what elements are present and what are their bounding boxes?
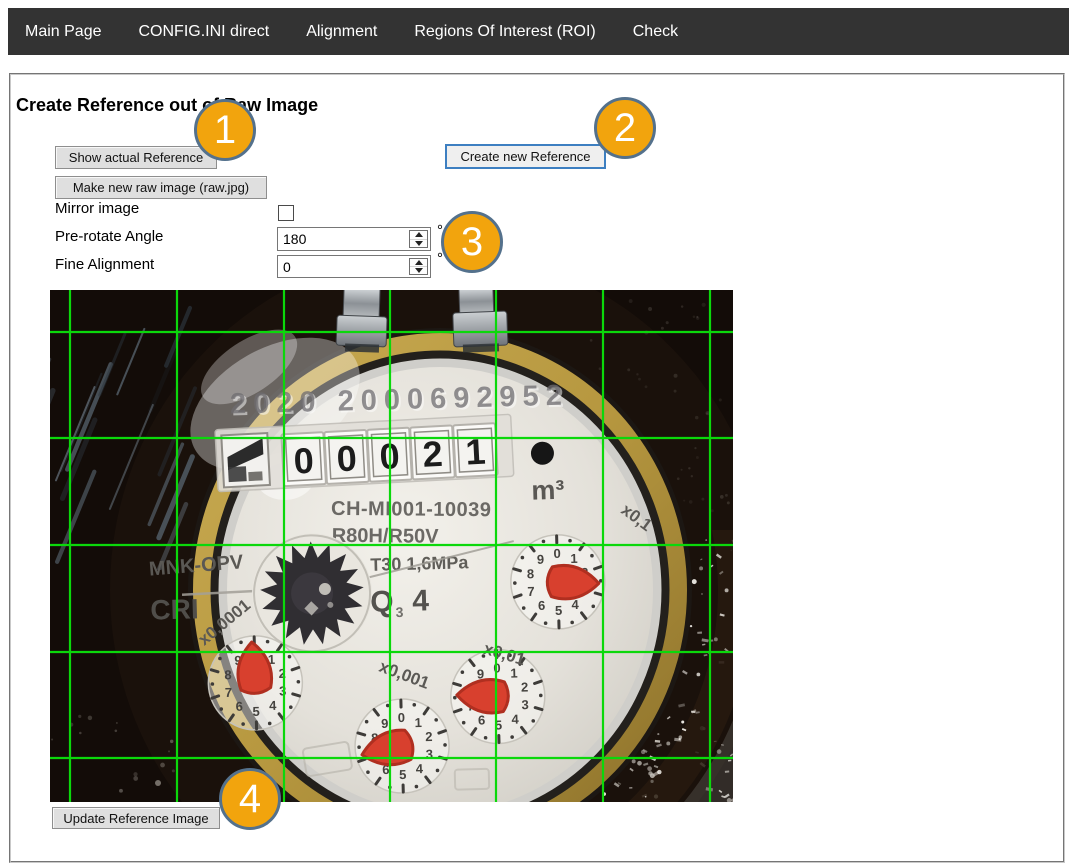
svg-text:4: 4 xyxy=(511,712,519,727)
mirror-image-checkbox[interactable] xyxy=(278,205,294,221)
nav-item-config-ini-direct[interactable]: CONFIG.INI direct xyxy=(139,23,270,41)
top-navbar: Main Page CONFIG.INI direct Alignment Regio… xyxy=(8,8,1069,55)
svg-text:6: 6 xyxy=(478,712,486,727)
make-new-raw-image-button[interactable]: Make new raw image (raw.jpg) xyxy=(55,176,267,199)
svg-text:0: 0 xyxy=(336,437,358,479)
fine-alignment-label: Fine Alignment xyxy=(55,256,154,273)
svg-text:6: 6 xyxy=(235,699,243,714)
show-actual-reference-button[interactable]: Show actual Reference xyxy=(55,146,217,169)
svg-text:7: 7 xyxy=(225,685,233,700)
svg-text:2: 2 xyxy=(425,729,433,744)
fine-alignment-value: 0 xyxy=(283,256,291,277)
svg-text:3: 3 xyxy=(279,683,287,698)
fine-spinner xyxy=(409,258,428,275)
arrow-down-icon xyxy=(415,241,423,246)
arrow-up-icon xyxy=(415,260,423,265)
nav-item-regions-of-interest-roi-[interactable]: Regions Of Interest (ROI) xyxy=(414,23,595,41)
fine-alignment-input[interactable]: 0 xyxy=(277,255,431,278)
svg-text:5: 5 xyxy=(252,704,260,719)
annotation-callout-1: 1 xyxy=(194,99,256,161)
prerotate-spinner xyxy=(409,230,428,248)
svg-text:1: 1 xyxy=(510,665,518,680)
svg-text:4: 4 xyxy=(416,761,424,776)
spin-down-button[interactable] xyxy=(410,240,427,248)
svg-text:8: 8 xyxy=(224,667,232,682)
svg-text:2: 2 xyxy=(421,433,443,475)
create-new-reference-button[interactable]: Create new Reference xyxy=(445,144,606,169)
svg-text:6: 6 xyxy=(538,598,546,613)
arrow-down-icon xyxy=(415,268,423,273)
svg-text:0: 0 xyxy=(398,710,406,725)
nav-item-alignment[interactable]: Alignment xyxy=(306,23,377,41)
svg-text:3: 3 xyxy=(521,697,529,712)
mirror-image-label: Mirror image xyxy=(55,200,139,217)
counter-digit: 2 xyxy=(410,425,455,479)
svg-text:9: 9 xyxy=(537,552,545,567)
annotation-callout-3: 3 xyxy=(441,211,503,273)
spin-up-button[interactable] xyxy=(410,231,427,240)
annotation-callout-2: 2 xyxy=(594,97,656,159)
svg-text:7: 7 xyxy=(527,584,535,599)
nav-item-check[interactable]: Check xyxy=(633,23,678,41)
svg-text:3: 3 xyxy=(395,604,403,620)
svg-text:5: 5 xyxy=(555,603,563,618)
nav-item-main-page[interactable]: Main Page xyxy=(25,23,102,41)
svg-text:m³: m³ xyxy=(531,475,565,506)
page: Main Page CONFIG.INI direct Alignment Regio… xyxy=(0,0,1072,843)
spin-down-button[interactable] xyxy=(410,267,427,274)
svg-text:2: 2 xyxy=(521,679,529,694)
svg-text:3: 3 xyxy=(426,747,434,762)
svg-text:1: 1 xyxy=(414,715,422,730)
prerotate-angle-label: Pre-rotate Angle xyxy=(55,228,163,245)
arrow-up-icon xyxy=(415,232,423,237)
svg-text:1: 1 xyxy=(570,551,578,566)
svg-text:CRI: CRI xyxy=(150,593,199,625)
svg-text:0: 0 xyxy=(293,440,315,482)
spin-up-button[interactable] xyxy=(410,259,427,267)
page-title: Create Reference out of Raw Image xyxy=(16,95,318,116)
svg-text:9: 9 xyxy=(381,716,389,731)
counter-digit: 0 xyxy=(281,432,326,486)
prerotate-angle-value: 180 xyxy=(283,228,306,250)
svg-text:5: 5 xyxy=(399,767,407,782)
svg-text:CH-MI001-10039: CH-MI001-10039 xyxy=(331,498,492,521)
svg-text:8: 8 xyxy=(527,566,535,581)
svg-text:0: 0 xyxy=(553,546,561,561)
annotation-callout-4: 4 xyxy=(219,768,281,830)
svg-text:4: 4 xyxy=(412,584,430,617)
svg-text:4: 4 xyxy=(269,698,277,713)
prerotate-angle-input[interactable]: 180 xyxy=(277,227,431,251)
counter-digit: 1 xyxy=(453,423,498,477)
reference-image: 2020 20006929522020 200069295200021m³CH-… xyxy=(50,290,733,802)
update-reference-image-button[interactable]: Update Reference Image xyxy=(52,807,220,829)
